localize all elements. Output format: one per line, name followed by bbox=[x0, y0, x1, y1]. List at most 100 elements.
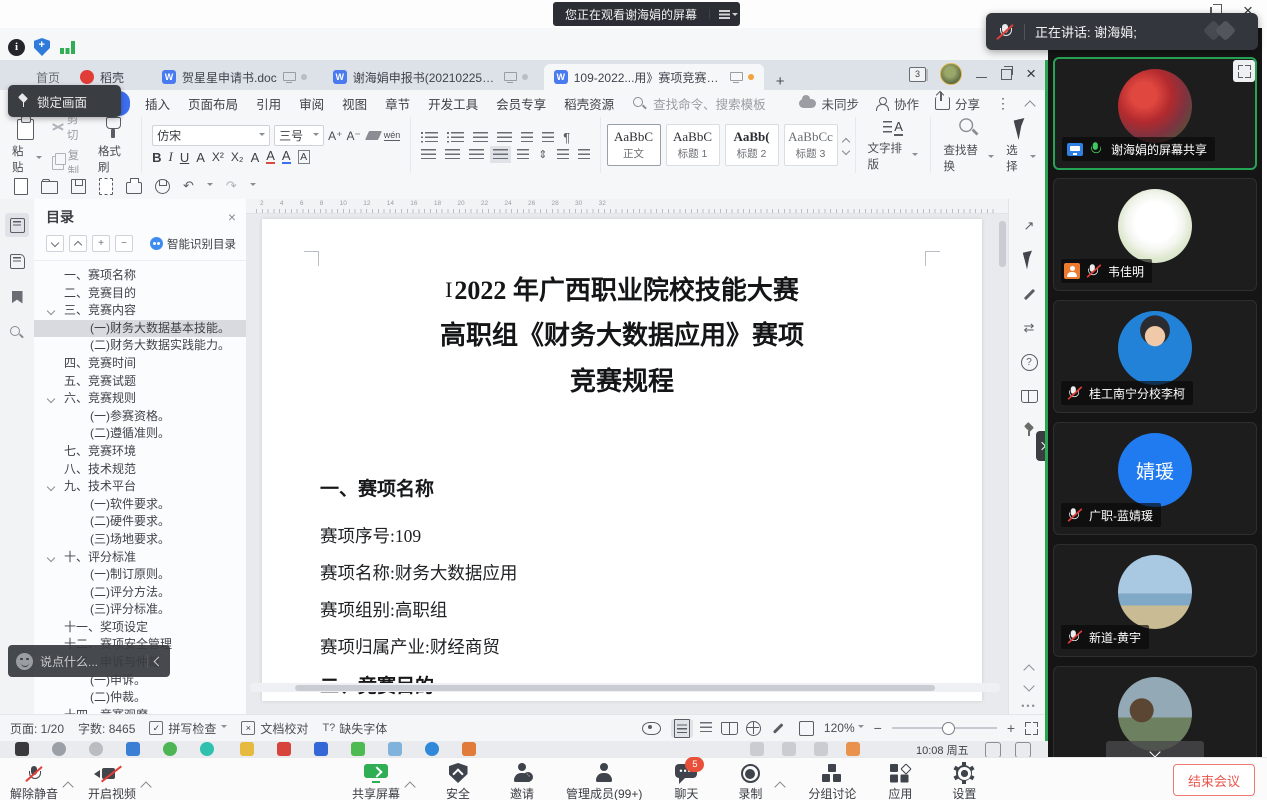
toc-zoom-out-button[interactable]: − bbox=[115, 235, 133, 252]
compare-icon[interactable]: ⇄ bbox=[1020, 319, 1038, 337]
toc-item[interactable]: 十四、竞赛观摩 bbox=[34, 707, 246, 714]
tray-icon[interactable] bbox=[814, 742, 828, 756]
toc-zoom-in-button[interactable]: + bbox=[92, 235, 110, 252]
style-heading3[interactable]: AaBbCc 标题 3 bbox=[784, 124, 838, 166]
bold-button[interactable]: B bbox=[152, 150, 161, 165]
taskbar-icon[interactable] bbox=[89, 742, 103, 756]
align-center-button[interactable] bbox=[445, 149, 460, 160]
horizontal-ruler[interactable]: 2 4 6 8 10 12 14 16 18 20 22 24 26 28 30… bbox=[246, 199, 1008, 214]
breakout-rooms-button[interactable]: 分组讨论 bbox=[808, 763, 856, 800]
meeting-info-icon[interactable]: i bbox=[8, 39, 25, 56]
collaborate-button[interactable]: 协作 bbox=[875, 94, 919, 113]
menu-review[interactable]: 审阅 bbox=[290, 94, 333, 113]
toc-item[interactable]: (二)评分方法。 bbox=[34, 584, 246, 602]
menu-page-layout[interactable]: 页面布局 bbox=[179, 94, 247, 113]
tray-icon[interactable] bbox=[1015, 742, 1031, 757]
wps-minimize-button[interactable] bbox=[976, 77, 987, 78]
toc-item[interactable]: 六、竞赛规则 bbox=[34, 390, 246, 408]
participant-tile[interactable]: 桂工南宁分校李柯 bbox=[1053, 300, 1257, 413]
meeting-security-icon[interactable] bbox=[34, 38, 50, 56]
sync-status[interactable]: 未同步 bbox=[799, 94, 859, 113]
participant-tile[interactable]: 婧瑗 广职-蓝婧瑗 bbox=[1053, 422, 1257, 535]
redo-icon[interactable]: ↷ bbox=[226, 178, 237, 194]
eye-protection-icon[interactable] bbox=[642, 722, 661, 735]
help-icon[interactable]: ? bbox=[1020, 353, 1038, 371]
spellcheck-toggle[interactable]: ✓ 拼写检查 bbox=[149, 720, 227, 737]
taskbar-icon[interactable] bbox=[462, 742, 476, 756]
toc-collapse-all-button[interactable] bbox=[69, 235, 87, 252]
participant-tile[interactable]: 韦佳明 bbox=[1053, 178, 1257, 291]
char-style-button[interactable]: A bbox=[196, 150, 205, 165]
share-doc-icon[interactable]: ↗ bbox=[1020, 217, 1038, 235]
emoji-icon[interactable] bbox=[16, 653, 33, 670]
video-options-chevron[interactable] bbox=[140, 781, 151, 792]
highlight-color-button[interactable]: A bbox=[266, 150, 275, 164]
select-button[interactable]: 选择 bbox=[1000, 116, 1042, 174]
page-down-icon[interactable] bbox=[1020, 677, 1038, 695]
more-menu-icon[interactable]: ⋮ bbox=[996, 95, 1010, 112]
taskbar-icon[interactable] bbox=[240, 742, 254, 756]
doc-tab-3-active[interactable]: W 109-2022...用》赛项竞赛规程 bbox=[544, 64, 764, 90]
styles-gallery-scroll[interactable] bbox=[843, 137, 849, 154]
invite-button[interactable]: 邀请 bbox=[502, 763, 542, 800]
menu-references[interactable]: 引用 bbox=[247, 94, 290, 113]
menu-docer-resources[interactable]: 稻壳资源 bbox=[555, 94, 623, 113]
smart-toc-button[interactable]: 智能识别目录 bbox=[150, 236, 236, 252]
menu-view[interactable]: 视图 bbox=[333, 94, 376, 113]
doc-tab-1[interactable]: W 贺星星申请书.doc bbox=[152, 64, 317, 90]
wps-close-button[interactable]: × bbox=[1026, 67, 1036, 81]
missing-font-button[interactable]: T? 缺失字体 bbox=[322, 720, 387, 737]
toc-close-icon[interactable]: × bbox=[228, 209, 236, 225]
style-heading2[interactable]: AaBb( 标题 2 bbox=[725, 124, 779, 166]
panel-fullscreen-button[interactable] bbox=[1233, 60, 1255, 82]
doc-tab-2[interactable]: W 谢海娟申报书(20210225) .doc bbox=[323, 64, 538, 90]
distribute-button[interactable] bbox=[517, 149, 529, 160]
menu-dev-tools[interactable]: 开发工具 bbox=[419, 94, 487, 113]
grow-font-button[interactable]: A⁺ bbox=[328, 129, 342, 143]
zoom-out-button[interactable]: − bbox=[874, 720, 882, 736]
share-button[interactable]: 分享 bbox=[935, 94, 980, 113]
command-search[interactable]: 查找命令、搜索模板 bbox=[633, 94, 766, 113]
toc-item[interactable]: 一、赛项名称 bbox=[34, 267, 246, 285]
justify-button-active[interactable] bbox=[493, 149, 508, 160]
start-video-button[interactable]: 开启视频 bbox=[88, 763, 136, 800]
toc-item[interactable]: (一)软件要求。 bbox=[34, 496, 246, 514]
taskbar-icon[interactable] bbox=[277, 742, 291, 756]
unmute-button[interactable]: 解除静音 bbox=[10, 763, 58, 800]
taskbar-icon[interactable] bbox=[388, 742, 402, 756]
pinyin-guide-button[interactable]: wén bbox=[384, 130, 401, 141]
align-right-button[interactable] bbox=[469, 149, 484, 160]
web-view-icon[interactable] bbox=[743, 719, 765, 738]
record-button[interactable]: 录制 bbox=[730, 763, 770, 800]
undo-icon[interactable]: ↶ bbox=[183, 178, 194, 194]
toc-item[interactable]: 五、竞赛试题 bbox=[34, 373, 246, 391]
italic-button[interactable]: I bbox=[168, 149, 172, 165]
paste-button[interactable]: 粘贴 bbox=[6, 116, 48, 175]
menu-section[interactable]: 章节 bbox=[376, 94, 419, 113]
toc-item[interactable]: (一)参赛资格。 bbox=[34, 408, 246, 426]
toc-item[interactable]: (二)财务大数据实践能力。 bbox=[34, 337, 246, 355]
pen-annotate-icon[interactable] bbox=[1020, 285, 1038, 303]
tray-icon[interactable] bbox=[985, 742, 1001, 757]
toc-panel-icon[interactable] bbox=[5, 213, 29, 237]
settings-button[interactable]: 设置 bbox=[944, 763, 984, 800]
style-normal[interactable]: AaBbC 正文 bbox=[607, 124, 661, 166]
style-heading1[interactable]: AaBbC 标题 1 bbox=[666, 124, 720, 166]
print-icon[interactable] bbox=[126, 182, 142, 194]
shading-button[interactable] bbox=[557, 149, 569, 160]
manage-members-button[interactable]: 管理成员(99+) bbox=[566, 763, 642, 800]
document-page[interactable]: I2022 年广西职业院校技能大赛 高职组《财务大数据应用》赛项 竞赛规程 一、… bbox=[262, 219, 982, 701]
participant-tile-screen-share[interactable]: 谢海娟的屏幕共享 bbox=[1053, 57, 1257, 170]
bullets-button[interactable] bbox=[421, 132, 438, 143]
font-color-button[interactable]: A bbox=[282, 150, 291, 164]
undo-dropdown-icon[interactable] bbox=[207, 183, 213, 189]
taskbar-icon[interactable] bbox=[314, 742, 328, 756]
taskbar-icon[interactable] bbox=[126, 742, 140, 756]
share-screen-button[interactable]: 共享屏幕 bbox=[352, 763, 400, 800]
clear-format-icon[interactable] bbox=[365, 131, 382, 140]
toc-item[interactable]: (三)评分标准。 bbox=[34, 601, 246, 619]
tray-icon[interactable] bbox=[750, 742, 764, 756]
proofread-button[interactable]: × 文档校对 bbox=[241, 720, 308, 737]
change-case-button[interactable]: A bbox=[251, 150, 260, 165]
window-stack-icon[interactable]: 3 bbox=[909, 67, 926, 82]
